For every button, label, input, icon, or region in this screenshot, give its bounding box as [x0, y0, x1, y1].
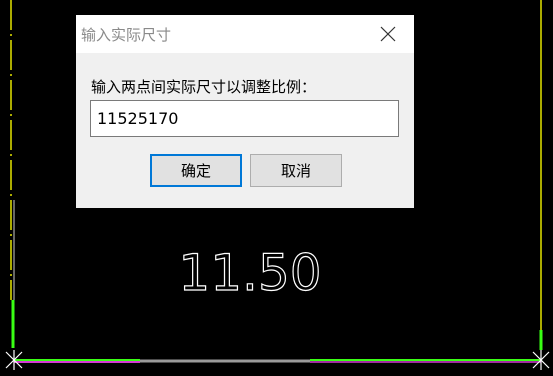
size-input[interactable] — [90, 100, 399, 137]
cancel-button[interactable]: 取消 — [250, 154, 342, 187]
ok-button[interactable]: 确定 — [150, 154, 242, 187]
close-icon — [380, 26, 396, 42]
dialog-title: 输入实际尺寸 — [81, 26, 172, 44]
dialog-titlebar[interactable]: 输入实际尺寸 — [76, 15, 414, 53]
dialog-prompt: 输入两点间实际尺寸以调整比例： — [91, 78, 317, 96]
dimension-text: 11.50 — [178, 244, 321, 302]
input-real-size-dialog: 输入实际尺寸 输入两点间实际尺寸以调整比例： 确定 取消 — [76, 15, 414, 208]
close-button[interactable] — [372, 19, 404, 49]
